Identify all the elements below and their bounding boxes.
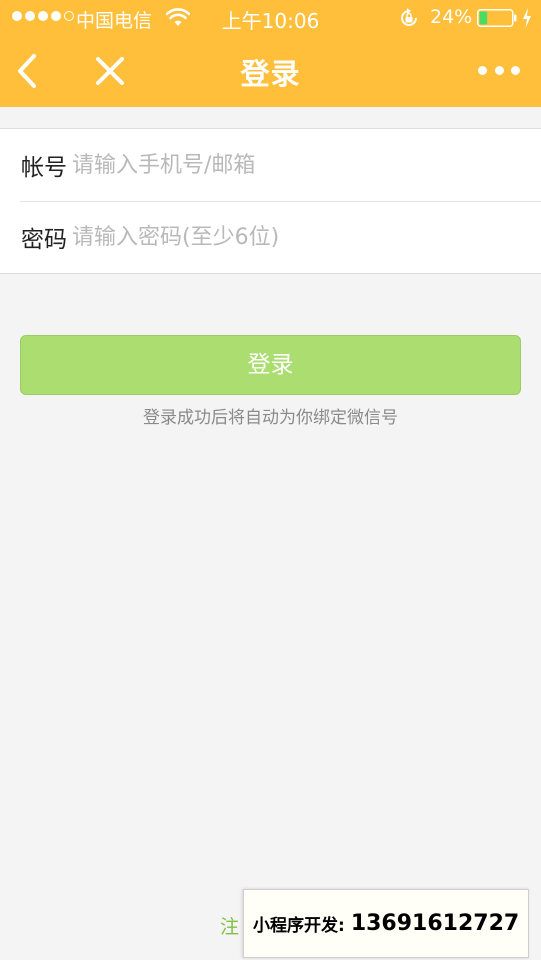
wechat-bind-hint: 登录成功后将自动为你绑定微信号 (143, 408, 398, 428)
battery-icon (477, 9, 517, 27)
back-button[interactable] (12, 52, 46, 90)
account-row: 帐号 (0, 129, 541, 201)
login-button[interactable]: 登录 (20, 335, 521, 395)
password-label: 密码 (21, 227, 67, 253)
login-form: 帐号 密码 (0, 128, 541, 274)
status-bar: 中国电信 上午10:06 24% (0, 0, 541, 36)
login-screen: 中国电信 上午10:06 24% 登录 帐号 请输入手机号/邮箱 密码 登录 登… (0, 0, 541, 960)
promo-overlay: 小程序开发: 13691612727 (243, 889, 529, 958)
account-label: 帐号 (21, 155, 67, 181)
close-button[interactable] (92, 53, 128, 89)
chevron-left-icon (18, 54, 36, 88)
page-title: 登录 (240, 57, 301, 91)
nav-bar: 登录 (0, 36, 541, 107)
register-link[interactable]: 注 (220, 912, 239, 939)
account-input[interactable] (72, 145, 541, 185)
rotation-lock-icon (401, 8, 417, 26)
promo-phone: 13691612727 (350, 911, 520, 936)
close-icon (96, 57, 124, 85)
more-dots-icon (478, 65, 487, 75)
charging-icon (523, 8, 531, 28)
battery-percentage: 24% (430, 6, 473, 28)
password-row: 密码 (0, 201, 541, 273)
more-button[interactable] (478, 62, 520, 78)
header: 中国电信 上午10:06 24% 登录 (0, 0, 541, 107)
password-input[interactable] (72, 217, 541, 257)
promo-label: 小程序开发: (253, 916, 345, 936)
